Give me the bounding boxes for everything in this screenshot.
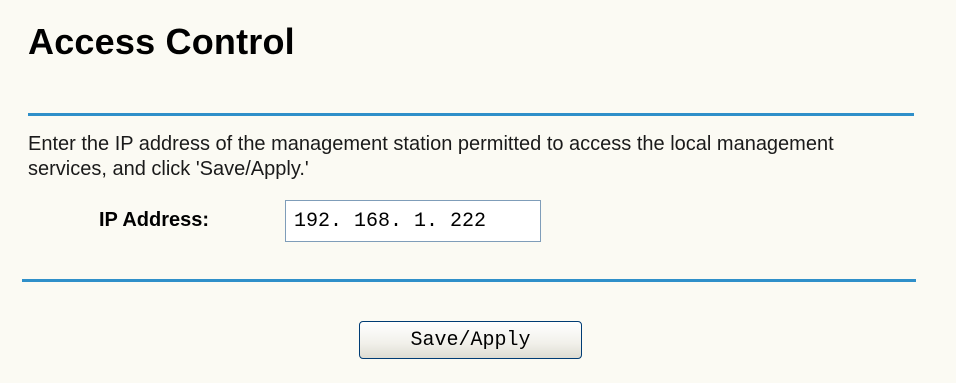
ip-address-input[interactable] xyxy=(285,200,541,242)
ip-address-label: IP Address: xyxy=(99,209,210,231)
save-apply-button[interactable]: Save/Apply xyxy=(359,321,582,359)
description-text: Enter the IP address of the management s… xyxy=(28,133,834,180)
access-control-panel: Access Control Enter the IP address of t… xyxy=(0,0,956,383)
divider-bottom xyxy=(22,279,916,282)
divider-top xyxy=(28,113,914,116)
page-title: Access Control xyxy=(28,21,295,62)
